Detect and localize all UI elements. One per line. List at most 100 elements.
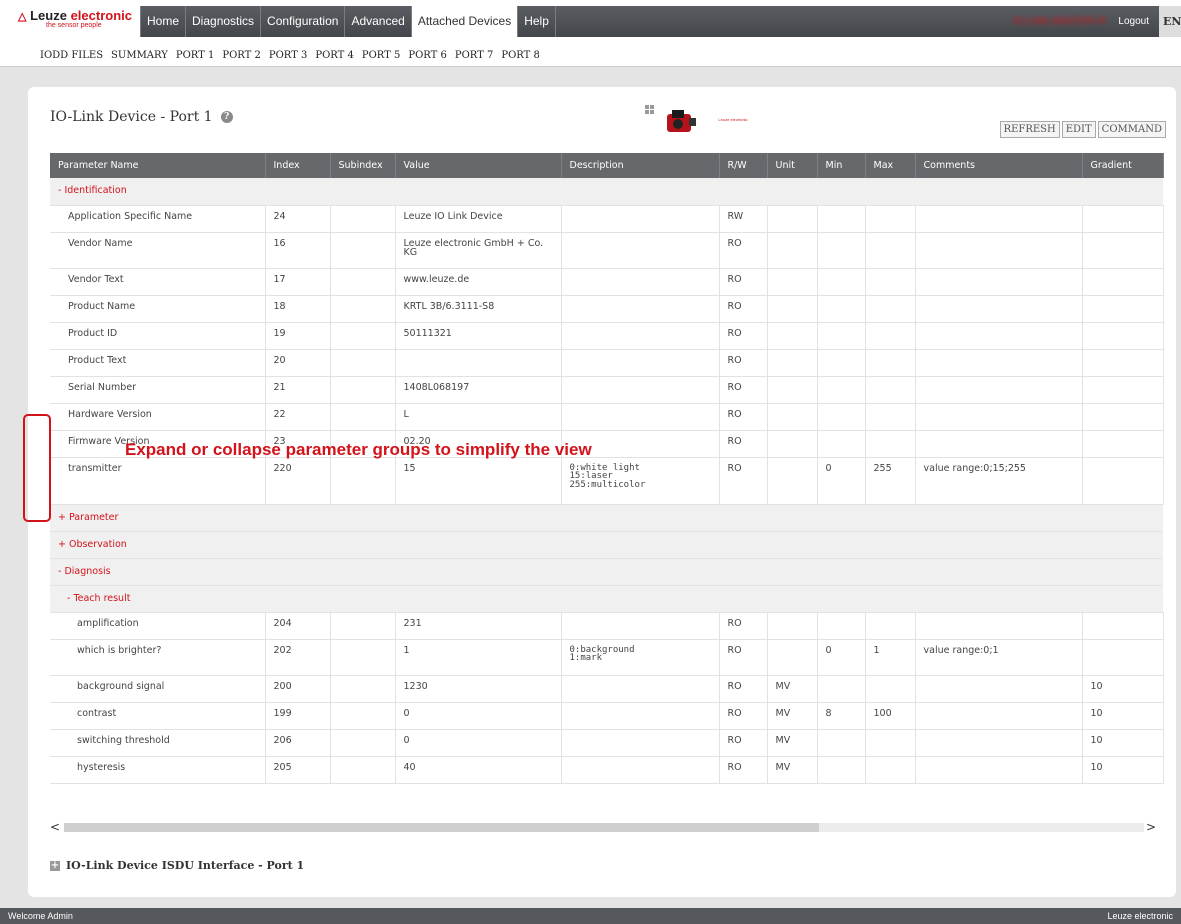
cell-value: KRTL 3B/6.3111-S8 [395, 295, 562, 323]
cell-subindex [330, 232, 396, 269]
subgroup-teach-result[interactable]: - Teach result [50, 585, 1163, 613]
parameter-table: Parameter Name Index Subindex Value Desc… [50, 153, 1164, 784]
nav-tab-diagnostics[interactable]: Diagnostics [186, 6, 262, 37]
parameter-table-wrap: Parameter Name Index Subindex Value Desc… [50, 153, 1176, 784]
cell-rw: RO [719, 675, 768, 703]
cell-subindex [330, 205, 396, 233]
group-label[interactable]: - Diagnosis [50, 558, 1163, 586]
isdu-section-title: IO-Link Device ISDU Interface - Port 1 [66, 859, 305, 872]
col-description[interactable]: Description [561, 153, 720, 178]
subnav-port-7[interactable]: PORT 7 [455, 50, 494, 61]
table-row[interactable]: switching threshold 206 0 RO MV 10 [50, 729, 1164, 757]
nav-tab-home[interactable]: Home [140, 6, 187, 37]
table-row[interactable]: which is brighter? 202 1 0:background 1:mar… [50, 639, 1164, 676]
subnav-summary[interactable]: SUMMARY [111, 50, 168, 61]
group-label[interactable]: + Parameter [50, 504, 1163, 532]
col-value[interactable]: Value [395, 153, 562, 178]
subnav-port-3[interactable]: PORT 3 [269, 50, 308, 61]
subnav-iodd-files[interactable]: IODD FILES [40, 50, 103, 61]
cell-comments [915, 232, 1083, 269]
footer-brand: Leuze electronic [1107, 911, 1173, 921]
cell-value [395, 349, 562, 377]
nav-tab-help[interactable]: Help [518, 6, 556, 37]
subnav-port-2[interactable]: PORT 2 [222, 50, 261, 61]
table-row[interactable]: Vendor Text 17 www.leuze.de RO [50, 268, 1164, 296]
table-row[interactable]: transmitter 220 15 0:white light 15:laser 2… [50, 457, 1164, 505]
col-unit[interactable]: Unit [767, 153, 818, 178]
cell-description [561, 322, 720, 350]
cell-gradient: 10 [1082, 756, 1164, 784]
col-gradient[interactable]: Gradient [1082, 153, 1164, 178]
nav-tab-advanced[interactable]: Advanced [345, 6, 412, 37]
cell-rw: RO [719, 612, 768, 640]
cell-gradient [1082, 639, 1164, 676]
logout-link[interactable]: Logout [1118, 16, 1149, 27]
nav-tab-attached-devices[interactable]: Attached Devices [411, 6, 519, 37]
table-row[interactable]: contrast 199 0 RO MV 8 100 10 [50, 702, 1164, 730]
scroll-thumb[interactable] [64, 823, 819, 832]
cell-index: 20 [265, 349, 331, 377]
cell-index: 220 [265, 457, 331, 505]
group-label[interactable]: - Identification [50, 178, 1163, 206]
cell-rw: RO [719, 430, 768, 458]
cell-rw: RO [719, 702, 768, 730]
cell-unit [767, 232, 818, 269]
col-subindex[interactable]: Subindex [330, 153, 396, 178]
nav-tab-configuration[interactable]: Configuration [261, 6, 346, 37]
table-row[interactable]: Product Text 20 RO [50, 349, 1164, 377]
cell-param-name: background signal [50, 675, 266, 703]
subnav-port-1[interactable]: PORT 1 [176, 50, 215, 61]
col-index[interactable]: Index [265, 153, 331, 178]
group-observation[interactable]: + Observation [50, 531, 1163, 559]
scroll-left-icon[interactable]: < [50, 820, 60, 834]
table-row[interactable]: Vendor Name 16 Leuze electronic GmbH + Co.… [50, 232, 1164, 269]
table-row[interactable]: amplification 204 231 RO [50, 612, 1164, 640]
group-label[interactable]: + Observation [50, 531, 1163, 559]
table-row[interactable]: Product Name 18 KRTL 3B/6.3111-S8 RO [50, 295, 1164, 323]
cell-unit [767, 430, 818, 458]
col-comments[interactable]: Comments [915, 153, 1083, 178]
subnav-port-5[interactable]: PORT 5 [362, 50, 401, 61]
master-ip-label: IO-LINK-MASTER-IP [1012, 16, 1107, 27]
horizontal-scrollbar[interactable]: < > [50, 820, 1156, 834]
subnav-port-6[interactable]: PORT 6 [408, 50, 447, 61]
cell-min [817, 729, 866, 757]
isdu-section-toggle[interactable]: + IO-Link Device ISDU Interface - Port 1 [50, 859, 304, 872]
table-row[interactable]: Serial Number 21 1408L068197 RO [50, 376, 1164, 404]
group-identification[interactable]: - Identification [50, 178, 1163, 206]
table-row[interactable]: Application Specific Name 24 Leuze IO Link… [50, 205, 1164, 233]
col-max[interactable]: Max [865, 153, 916, 178]
cell-subindex [330, 639, 396, 676]
cell-gradient: 10 [1082, 702, 1164, 730]
group-parameter[interactable]: + Parameter [50, 504, 1163, 532]
language-selector[interactable]: EN [1159, 6, 1181, 37]
grid-icon[interactable] [645, 105, 654, 114]
help-icon[interactable]: ? [220, 111, 233, 123]
table-row[interactable]: hysteresis 205 40 RO MV 10 [50, 756, 1164, 784]
col-min[interactable]: Min [817, 153, 866, 178]
group-diagnosis[interactable]: - Diagnosis [50, 558, 1163, 586]
cell-min: 0 [817, 639, 866, 676]
subnav-port-4[interactable]: PORT 4 [315, 50, 354, 61]
cell-gradient [1082, 349, 1164, 377]
refresh-button[interactable]: REFRESH [999, 121, 1060, 138]
cell-rw: RO [719, 639, 768, 676]
command-button[interactable]: COMMAND [1097, 121, 1166, 138]
cell-value: L [395, 403, 562, 431]
cell-index: 24 [265, 205, 331, 233]
table-row[interactable]: Product ID 19 50111321 RO [50, 322, 1164, 350]
table-row[interactable]: background signal 200 1230 RO MV 10 [50, 675, 1164, 703]
logo-tagline: the sensor people [46, 22, 102, 29]
edit-button[interactable]: EDIT [1061, 121, 1096, 138]
cell-unit [767, 349, 818, 377]
highlight-box [23, 414, 51, 522]
col-parameter-name[interactable]: Parameter Name [50, 153, 266, 178]
group-label[interactable]: - Teach result [50, 585, 1163, 613]
cell-subindex [330, 756, 396, 784]
table-row[interactable]: Hardware Version 22 L RO [50, 403, 1164, 431]
cell-description [561, 403, 720, 431]
col-rw[interactable]: R/W [719, 153, 768, 178]
subnav-port-8[interactable]: PORT 8 [501, 50, 540, 61]
scroll-right-icon[interactable]: > [1146, 820, 1156, 834]
leuze-logo[interactable]: △ Leuze electronic the sensor people [18, 8, 136, 38]
